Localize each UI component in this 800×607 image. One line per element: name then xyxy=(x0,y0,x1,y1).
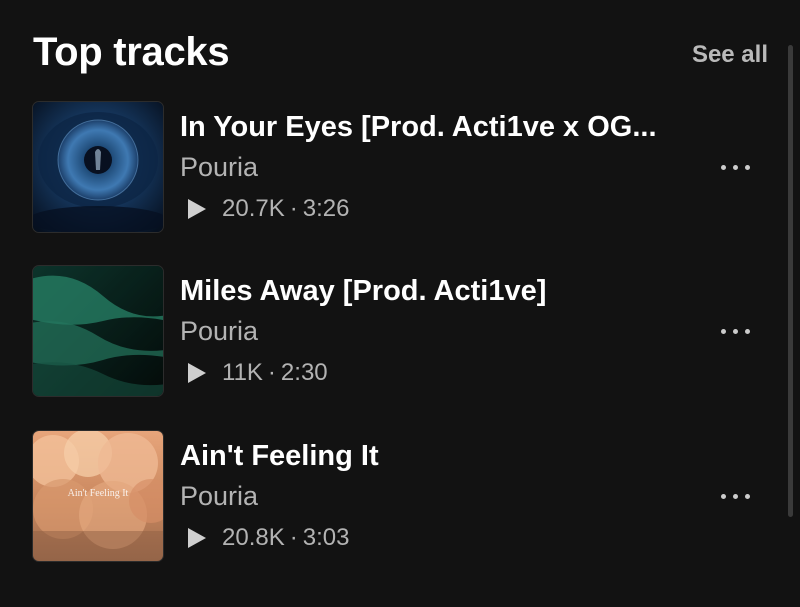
play-count: 20.7K xyxy=(222,195,285,222)
separator-dot: · xyxy=(289,524,298,551)
more-options-icon xyxy=(721,329,726,334)
more-options-icon xyxy=(745,494,750,499)
track-row[interactable]: Ain't Feeling It Ain't Feeling It Pouria… xyxy=(32,430,752,562)
track-artist[interactable]: Pouria xyxy=(180,314,258,348)
track-stats: 11K · 2:30 xyxy=(188,356,328,390)
album-cover-clouds: Ain't Feeling It xyxy=(32,430,164,562)
play-count: 20.8K xyxy=(222,524,285,551)
more-options-icon xyxy=(721,494,726,499)
track-row[interactable]: In Your Eyes [Prod. Acti1ve x OG... Pour… xyxy=(32,101,752,233)
more-options-button[interactable] xyxy=(718,149,754,185)
track-stats: 20.7K · 3:26 xyxy=(188,192,349,226)
section-title: Top tracks xyxy=(33,30,230,74)
album-cover-green-wave xyxy=(32,265,164,397)
track-row[interactable]: Miles Away [Prod. Acti1ve] Pouria 11K · 2:… xyxy=(32,265,752,397)
track-title[interactable]: Miles Away [Prod. Acti1ve] xyxy=(180,273,700,309)
track-artist[interactable]: Pouria xyxy=(180,479,258,513)
top-tracks-header: Top tracks See all xyxy=(33,28,768,78)
cover-text: Ain't Feeling It xyxy=(68,488,129,499)
play-icon xyxy=(188,528,206,548)
track-duration: 3:26 xyxy=(302,195,350,222)
play-count: 11K xyxy=(222,359,263,386)
separator-dot: · xyxy=(289,195,298,222)
track-artist[interactable]: Pouria xyxy=(180,150,258,184)
see-all-link[interactable]: See all xyxy=(692,40,768,70)
play-icon xyxy=(188,199,206,219)
track-stats: 20.8K · 3:03 xyxy=(188,521,349,555)
more-options-icon xyxy=(745,329,750,334)
more-options-icon xyxy=(745,165,750,170)
more-options-icon xyxy=(733,165,738,170)
track-duration: 3:03 xyxy=(302,524,350,551)
play-icon xyxy=(188,363,206,383)
track-duration: 2:30 xyxy=(280,359,328,386)
scrollbar[interactable] xyxy=(788,45,793,517)
more-options-icon xyxy=(733,329,738,334)
more-options-icon xyxy=(721,165,726,170)
track-title[interactable]: In Your Eyes [Prod. Acti1ve x OG... xyxy=(180,109,700,145)
album-cover-blue-eye xyxy=(32,101,164,233)
more-options-button[interactable] xyxy=(718,313,754,349)
track-title[interactable]: Ain't Feeling It xyxy=(180,438,700,474)
more-options-icon xyxy=(733,494,738,499)
separator-dot: · xyxy=(267,359,276,386)
more-options-button[interactable] xyxy=(718,478,754,514)
